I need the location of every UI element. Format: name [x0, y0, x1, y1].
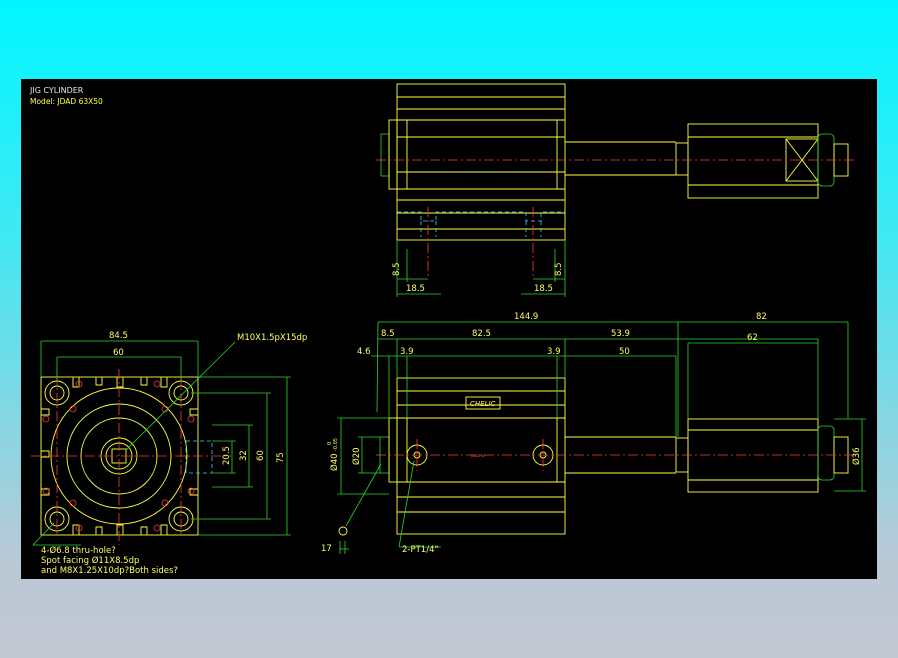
- dim-top-d: 8.5: [554, 262, 564, 276]
- dim-rod-zero: 0: [327, 442, 333, 445]
- dim-port-width: 20.5: [222, 446, 232, 465]
- dim-height-inner: 60: [256, 450, 266, 461]
- dim-17: 17: [321, 544, 332, 554]
- note-line-1: 4-Ø6.8 thru-hole?: [41, 545, 116, 556]
- thread-callout: M10X1.5pX15dp: [237, 333, 307, 343]
- chelic-logo: CHELIC: [470, 400, 496, 408]
- dim-rod-dia: Ø40: [329, 453, 340, 471]
- dim-50: 50: [619, 347, 630, 357]
- dim-width-outer: 84.5: [109, 331, 128, 341]
- dim-bore: Ø20: [351, 447, 362, 465]
- port-label: 2-PT1/4": [402, 545, 438, 555]
- dim-body: 82.5: [472, 329, 491, 339]
- dim-3-9a: 3.9: [400, 347, 414, 357]
- front-view: 84.5 60 75 60 32 20.5 M10X1.5pX15dp 4-Ø6…: [31, 331, 307, 576]
- dim-3-9b: 3.9: [547, 347, 561, 357]
- drawing-title: JIG CYLINDER: [29, 86, 84, 95]
- dim-4-6: 4.6: [357, 347, 371, 357]
- side-view: CHELIC JDAD 63 144.9 82 8.5 82.5 53.9 62…: [321, 312, 866, 555]
- dim-total: 144.9: [514, 312, 538, 322]
- cad-drawing: JIG CYLINDER Model: JDAD 63X50 8.5 18.5 …: [29, 83, 866, 576]
- dim-port-height: 32: [239, 450, 249, 461]
- dim-rod-tol: -0.05: [333, 438, 339, 451]
- dim-top-a: 8.5: [392, 262, 402, 276]
- dim-height-outer: 75: [276, 452, 286, 463]
- dim-53-9: 53.9: [611, 329, 630, 339]
- dim-top-c: 18.5: [534, 284, 553, 294]
- drawing-model: Model: JDAD 63X50: [30, 97, 103, 106]
- dim-8-5: 8.5: [381, 329, 395, 339]
- note-line-3: and M8X1.25X10dp?Both sides?: [41, 566, 178, 576]
- dim-end-dia: Ø36: [851, 447, 862, 465]
- dim-rod-total: 82: [756, 312, 767, 322]
- top-view: 8.5 18.5 18.5 8.5: [376, 83, 857, 297]
- dim-top-b: 18.5: [406, 284, 425, 294]
- dim-width-inner: 60: [113, 348, 124, 358]
- dim-62: 62: [747, 333, 758, 343]
- drawing-canvas: JIG CYLINDER Model: JDAD 63X50 8.5 18.5 …: [21, 79, 877, 579]
- note-line-2: Spot facing Ø11X8.5dp: [41, 555, 139, 566]
